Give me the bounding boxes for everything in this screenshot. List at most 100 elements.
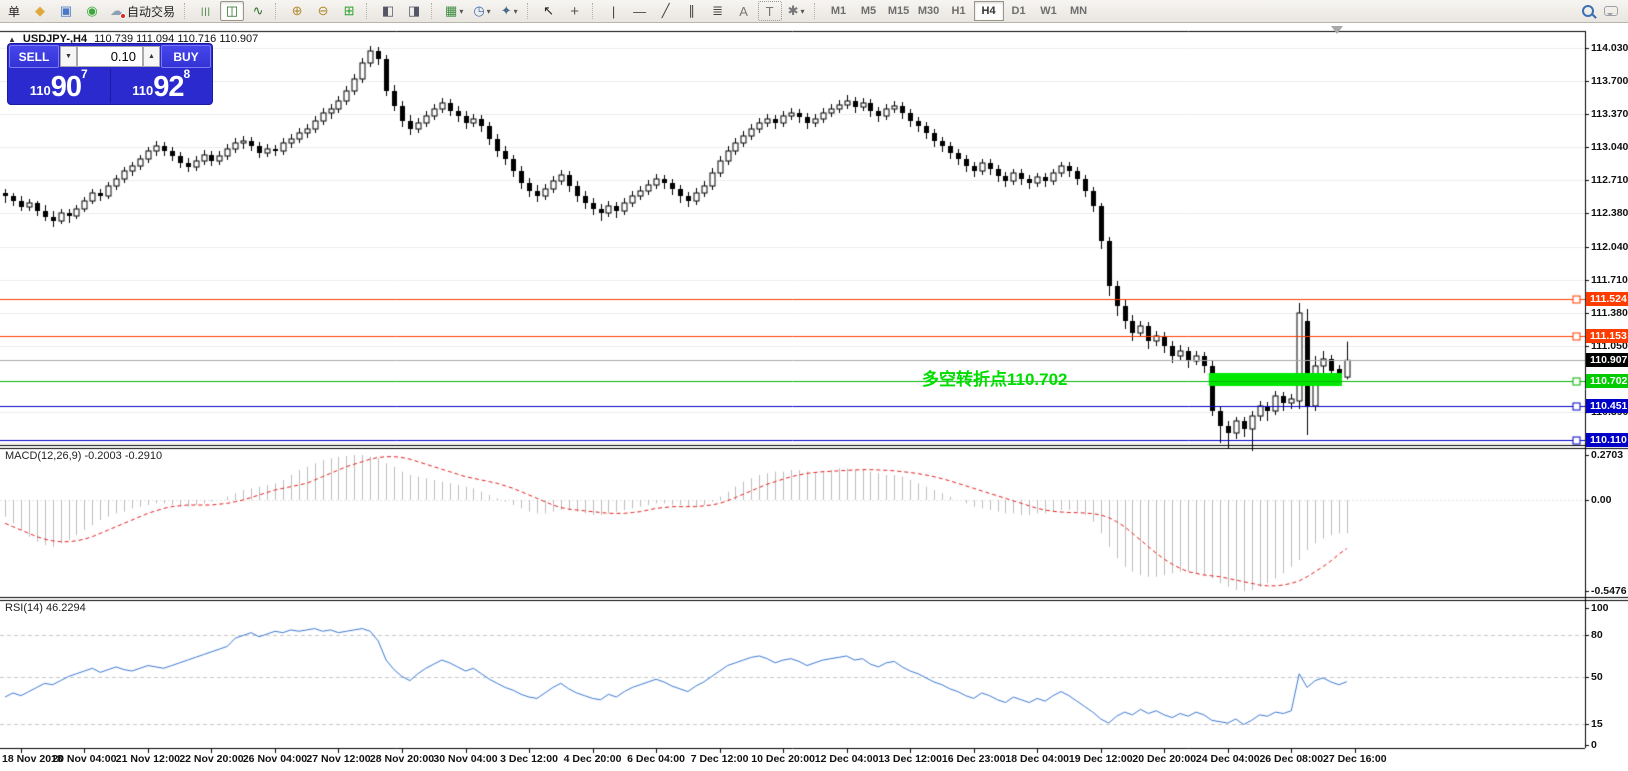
chart-shift-marker[interactable] (1331, 26, 1343, 34)
macd-tick-label: -0.5476 (1591, 585, 1627, 598)
toolbar-separator (275, 3, 280, 19)
one-click-collapse-icon[interactable]: ▲ (8, 35, 16, 44)
time-tick-label: 22 Nov 20:00 (179, 753, 244, 765)
channel-icon[interactable]: ∥ (680, 1, 704, 21)
vertical-line-icon[interactable]: | (602, 1, 626, 21)
timeframe-M15[interactable]: M15 (884, 1, 914, 21)
sell-button[interactable]: SELL (9, 45, 59, 68)
lot-size-input[interactable] (77, 46, 143, 67)
price-tick-label: 111.710 (1591, 274, 1628, 286)
arrange-charts-alt-icon[interactable]: ◨ (402, 1, 426, 21)
arrange-charts-icon[interactable]: ◧ (376, 1, 400, 21)
arrows-tool-button[interactable]: ✱ ▾ (784, 1, 809, 21)
price-tick-label: 112.710 (1591, 174, 1628, 186)
time-tick-label: 10 Dec 20:00 (751, 753, 815, 765)
toolbar-separator (591, 3, 597, 19)
chat-icon[interactable] (1604, 6, 1618, 16)
timeframe-H1[interactable]: H1 (944, 1, 974, 21)
timeframe-M1[interactable]: M1 (824, 1, 854, 21)
trendline-icon[interactable]: ╱ (654, 1, 678, 21)
price-badge-110.110: 110.110 (1586, 433, 1628, 447)
price-tick-label: 113.370 (1591, 108, 1628, 120)
timeframe-MN[interactable]: MN (1064, 1, 1094, 21)
horizontal-line-icon[interactable]: — (628, 1, 652, 21)
rsi-tick-label: 15 (1591, 718, 1603, 731)
toolbar-separator (431, 3, 436, 19)
rsi-tick-label: 50 (1591, 670, 1603, 683)
time-tick-label: 13 Dec 12:00 (878, 753, 942, 765)
timeframe-H4[interactable]: H4 (973, 1, 1004, 21)
one-click-trading-panel: SELL ▼ ▲ BUY 110 90 7 110 92 8 (8, 44, 212, 104)
sell-price[interactable]: 110 90 7 (8, 67, 111, 103)
time-tick-label: 4 Dec 20:00 (563, 753, 622, 765)
text-label-icon[interactable]: T (757, 1, 782, 21)
toolbar-separator (184, 3, 189, 19)
time-tick-label: 18 Dec 04:00 (1005, 753, 1070, 765)
terminal-icon[interactable]: ▣ (54, 1, 78, 21)
timeframe-D1[interactable]: D1 (1004, 1, 1034, 21)
text-tool-icon[interactable]: A (732, 1, 756, 21)
price-badge-111.524: 111.524 (1586, 291, 1628, 306)
buy-price[interactable]: 110 92 8 (111, 67, 213, 103)
time-tick-label: 20 Nov 04:00 (52, 753, 117, 765)
price-tick-label: 111.380 (1591, 307, 1628, 319)
buy-price-big: 92 (153, 71, 184, 103)
signals-icon[interactable]: ◉ (80, 1, 104, 21)
macd-tick-label: 0.2703 (1591, 448, 1624, 461)
pivot-annotation[interactable]: 多空转折点110.702 (922, 365, 1068, 390)
autotrading-label: 自动交易 (127, 4, 176, 19)
current-price-badge: 110.907 (1586, 353, 1628, 368)
fibonacci-icon[interactable]: ≣ (706, 1, 730, 21)
autotrading-button[interactable]: ☁ 自动交易 (106, 1, 179, 21)
time-tick-label: 3 Dec 12:00 (500, 753, 558, 765)
timeframe-W1[interactable]: W1 (1034, 1, 1064, 21)
macd-tick-label: 0.00 (1591, 494, 1612, 506)
time-tick-label: 20 Dec 20:00 (1132, 753, 1197, 765)
price-badge-111.153: 111.153 (1586, 328, 1628, 343)
time-tick-label: 12 Dec 04:00 (814, 753, 879, 765)
tile-windows-icon[interactable]: ⊞ (337, 1, 361, 21)
sell-price-pip: 7 (81, 67, 88, 81)
time-tick-label: 6 Dec 04:00 (627, 753, 685, 765)
line-chart-icon[interactable]: ∿ (246, 1, 270, 21)
search-icon[interactable] (1582, 5, 1594, 17)
price-tick-label: 112.380 (1591, 207, 1628, 219)
macd-indicator-label: MACD(12,26,9) -0.2003 -0.2910 (5, 450, 163, 462)
crosshair-icon[interactable]: + (563, 1, 587, 21)
new-order-button[interactable]: 单 (2, 1, 26, 21)
zoom-in-icon[interactable]: ⊕ (285, 1, 309, 21)
price-badge-110.702: 110.702 (1586, 373, 1628, 388)
cursor-icon[interactable]: ↖ (537, 1, 561, 21)
timeframe-group: M1 M5 M15 M30 H1 H4 D1 W1 MN (824, 1, 1094, 21)
metaeditor-icon[interactable]: ◆ (28, 1, 52, 21)
profiles-button[interactable]: ◷ ▾ (469, 1, 494, 21)
lot-increase-button[interactable]: ▲ (143, 46, 160, 67)
timeframe-M5[interactable]: M5 (854, 1, 884, 21)
time-tick-label: 30 Nov 04:00 (433, 753, 498, 765)
time-tick-label: 16 Dec 23:00 (941, 753, 1006, 765)
bar-chart-icon[interactable]: ||| (194, 1, 218, 21)
chart-canvas[interactable] (0, 0, 1628, 771)
price-tick-label: 113.040 (1591, 141, 1628, 153)
time-tick-label: 7 Dec 12:00 (690, 753, 749, 765)
candlestick-chart-icon[interactable]: ◫ (220, 1, 245, 21)
timeframe-M30[interactable]: M30 (914, 1, 944, 21)
rsi-tick-label: 80 (1591, 629, 1603, 642)
buy-price-pip: 8 (183, 67, 191, 81)
price-tick-label: 112.040 (1591, 241, 1628, 253)
time-tick-label: 19 Dec 12:00 (1068, 753, 1133, 765)
autotrading-icon: ☁ (110, 3, 126, 19)
toolbar-separator (526, 3, 532, 19)
buy-button[interactable]: BUY (161, 45, 211, 68)
toolbar-separator (366, 3, 371, 19)
time-tick-label: 28 Nov 20:00 (369, 753, 435, 765)
toolbar: 单 ◆ ▣ ◉ ☁ 自动交易 ||| ◫ ∿ ⊕ ⊖ ⊞ ◧ ◨ ▦ ▾ ◷ ▾ ✦… (0, 0, 1628, 23)
zoom-out-icon[interactable]: ⊖ (311, 1, 335, 21)
indicators-button[interactable]: ✦ ▾ (497, 1, 522, 21)
time-tick-label: 26 Dec 08:00 (1259, 753, 1324, 765)
sell-price-prefix: 110 (29, 83, 51, 98)
time-tick-label: 27 Nov 12:00 (306, 753, 371, 765)
new-chart-button[interactable]: ▦ ▾ (441, 1, 467, 21)
sell-price-big: 90 (50, 71, 82, 103)
lot-decrease-button[interactable]: ▼ (60, 46, 77, 67)
